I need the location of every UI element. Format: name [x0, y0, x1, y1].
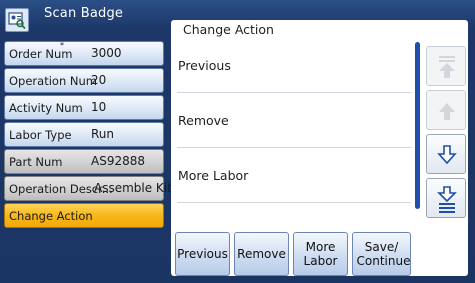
scrollbar[interactable] [415, 42, 420, 209]
change-action-panel: Change Action Previous Remove More Labor [171, 20, 468, 276]
button-label: Save/ Continue [356, 240, 411, 268]
button-label: Remove [237, 247, 286, 261]
field-operation-num[interactable]: Operation Num 20 [4, 68, 164, 93]
scroll-top-button[interactable] [426, 46, 466, 86]
option-previous[interactable]: Previous [177, 39, 411, 93]
field-part-num: Part Num AS92888 [4, 149, 164, 174]
button-label: Previous [177, 247, 228, 261]
field-label: Labor Type [9, 128, 72, 142]
window-title: Scan Badge [44, 6, 124, 21]
scroll-bottom-button[interactable] [426, 178, 466, 218]
field-change-action[interactable]: Change Action [4, 203, 164, 228]
scroll-top-icon [439, 56, 455, 78]
field-value: 20 [91, 73, 107, 87]
field-labor-type[interactable]: Labor Type Run [4, 122, 164, 147]
field-label: Activity Num [9, 101, 83, 115]
field-activity-num[interactable]: Activity Num 10 [4, 95, 164, 120]
field-label: Operation Num [9, 74, 97, 88]
remove-button[interactable]: Remove [234, 232, 289, 276]
field-value: AS92888 [91, 154, 145, 168]
field-value: 3000 [91, 46, 122, 60]
field-operation-description: Operation Descr... Assemble Kit [4, 176, 172, 201]
more-labor-button[interactable]: More Labor [293, 232, 348, 276]
scroll-up-button[interactable] [426, 90, 466, 130]
field-value: 10 [91, 100, 107, 114]
option-more-labor[interactable]: More Labor [177, 149, 411, 203]
field-value: Assemble Kit [94, 181, 172, 195]
option-label: More Labor [178, 168, 249, 183]
field-value: Run [91, 127, 115, 141]
field-label: Part Num [9, 155, 63, 169]
option-label: Remove [178, 113, 229, 128]
badge-scan-icon [5, 8, 29, 32]
option-list: Previous Remove More Labor [171, 39, 411, 227]
panel-title: Change Action [183, 22, 274, 37]
scroll-up-icon [439, 103, 455, 120]
scroll-bottom-icon [437, 186, 457, 213]
previous-button[interactable]: Previous [175, 232, 230, 276]
required-mark: * [60, 41, 64, 50]
scroll-down-button[interactable] [426, 134, 466, 174]
app-window: Scan Badge Order Num * 3000 Operation Nu… [0, 0, 475, 283]
scroll-down-icon [437, 145, 457, 165]
button-label: More Labor [303, 240, 338, 268]
option-remove[interactable]: Remove [177, 94, 411, 148]
field-label: Change Action [9, 209, 93, 223]
option-label: Previous [178, 58, 231, 73]
field-order-num[interactable]: Order Num * 3000 [4, 41, 164, 66]
save-continue-button[interactable]: Save/ Continue [352, 232, 411, 276]
